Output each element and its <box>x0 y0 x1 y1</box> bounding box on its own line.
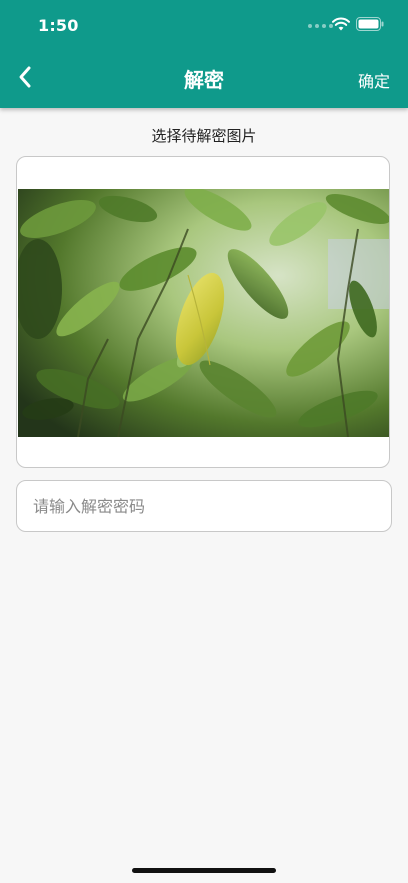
status-time: 1:50 <box>38 16 79 35</box>
app-header: 1:50 解密 确定 <box>0 0 408 108</box>
select-image-label: 选择待解密图片 <box>151 127 257 145</box>
cellular-signal-icon <box>308 24 333 28</box>
status-icons <box>308 14 388 36</box>
image-picker[interactable] <box>16 156 390 468</box>
confirm-button[interactable]: 确定 <box>358 68 390 92</box>
battery-icon <box>356 17 384 31</box>
password-input[interactable] <box>16 480 392 532</box>
selected-image <box>18 189 389 437</box>
page-title: 解密 <box>184 68 224 92</box>
wifi-icon <box>332 17 350 31</box>
home-indicator <box>132 868 276 873</box>
